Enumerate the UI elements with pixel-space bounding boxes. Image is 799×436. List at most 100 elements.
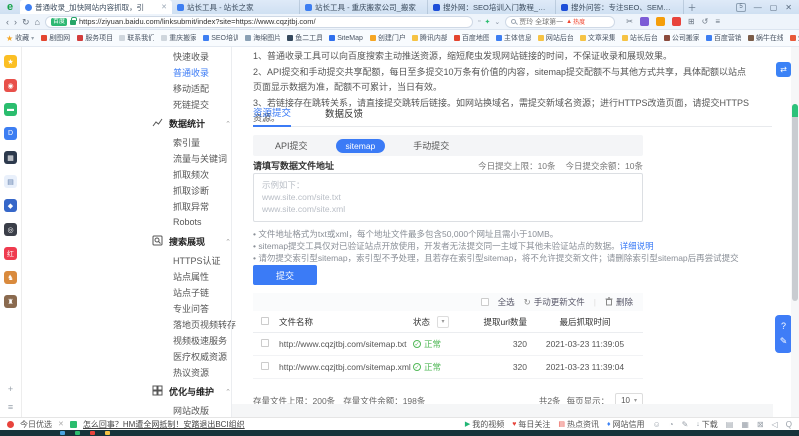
red-tool-icon[interactable] xyxy=(671,17,681,26)
taskbar-app-icon[interactable] xyxy=(90,431,95,435)
news-headline-link[interactable]: 怎么回事？HM遭全网抵制！安踏退出BCI组织 xyxy=(83,419,245,430)
dock-app[interactable]: D xyxy=(4,127,17,140)
tab[interactable]: 站长工具 - 站长之家 xyxy=(172,0,300,14)
bookmark-item[interactable]: 文章采集 xyxy=(579,33,615,43)
sidebar-item-robots[interactable]: Robots xyxy=(152,214,231,230)
mute-icon[interactable]: ◁ xyxy=(772,420,778,429)
undo-icon[interactable]: ↺ xyxy=(702,17,709,26)
tab-close-icon[interactable]: ✕ xyxy=(161,3,167,11)
subtab-manual[interactable]: 手动提交 xyxy=(413,139,449,152)
sitemap-url-textarea[interactable] xyxy=(253,173,643,222)
status-filter-dropdown[interactable]: ▾ xyxy=(437,315,450,328)
dock-app[interactable]: ♜ xyxy=(4,295,17,308)
download-button[interactable]: ↓ 下载 xyxy=(696,419,718,430)
history-icon[interactable]: ◔ xyxy=(669,420,674,429)
sidebar-item-pro-qa[interactable]: 专业问答 xyxy=(152,300,231,316)
tab-resource-submit[interactable]: 资源提交 xyxy=(253,104,292,127)
bookmark-item[interactable]: 鱼二工具 xyxy=(287,33,322,43)
bookmark-item[interactable]: 创建门户 xyxy=(369,33,405,43)
bookmark-item[interactable]: 公司搬家 xyxy=(663,33,699,43)
minimize-button[interactable]: — xyxy=(754,3,762,12)
help-icon[interactable]: ? xyxy=(781,321,786,331)
subtab-sitemap[interactable]: sitemap xyxy=(335,138,386,153)
screenshot-scissors-icon[interactable]: ✂ xyxy=(626,17,633,26)
detail-link[interactable]: 详细说明 xyxy=(620,241,654,251)
extension-purple-icon[interactable] xyxy=(639,17,649,26)
bookmark-item[interactable]: 海绵图片 xyxy=(245,33,280,43)
bookmark-favorites[interactable]: ★ 收藏 ▾ xyxy=(6,33,34,43)
hot-news-link[interactable]: ▤ 热点资讯 xyxy=(558,419,599,430)
taskbar-app-icon[interactable] xyxy=(60,431,65,435)
bookmark-item[interactable]: 蜗牛在线 xyxy=(747,33,783,43)
daily-pick-label[interactable]: 今日优选 xyxy=(20,419,52,430)
spark-icon[interactable]: ✦ xyxy=(484,18,490,26)
sidebar-item-fast-include[interactable]: 快速收录 xyxy=(152,48,231,64)
shield-icon[interactable] xyxy=(655,17,665,26)
bookmark-item[interactable]: 站长后台 xyxy=(621,33,657,43)
screenshot-icon[interactable]: ⊠ xyxy=(757,420,764,429)
dock-app[interactable]: ◉ xyxy=(4,79,17,92)
sidebar-item-crawl-frequency[interactable]: 抓取频次 xyxy=(152,166,231,182)
dock-app[interactable]: ▬ xyxy=(4,103,17,116)
bookmark-item[interactable]: SiteMap xyxy=(329,35,363,42)
url-input[interactable]: 百度 https://ziyuan.baidu.com/linksubmit/i… xyxy=(44,15,473,28)
bookmark-item[interactable]: SEO培训 xyxy=(203,33,238,43)
my-videos-link[interactable]: ▶ 我的视频 xyxy=(465,419,504,430)
bookmark-item[interactable]: 腾讯内部 xyxy=(411,33,447,43)
sidebar-section-data-stats[interactable]: 数据统计 ⌃ xyxy=(152,115,231,132)
bookmark-item[interactable]: 外链吧 xyxy=(789,33,799,43)
extension-icon[interactable]: ▫ xyxy=(478,18,480,25)
dock-add-button[interactable]: + xyxy=(8,384,13,394)
sidebar-item-crawl-errors[interactable]: 抓取异常 xyxy=(152,198,231,214)
row-checkbox[interactable] xyxy=(261,362,269,370)
new-tab-button[interactable]: ＋ xyxy=(684,0,700,14)
bookmark-item[interactable]: 服务项目 xyxy=(77,33,112,43)
feedback-icon[interactable]: ✎ xyxy=(780,336,788,347)
maximize-button[interactable]: ▢ xyxy=(770,3,778,12)
sidebar-item-video-speed[interactable]: 视频极速服务 xyxy=(152,332,231,348)
tab-data-feedback[interactable]: 数据反馈 xyxy=(325,104,363,126)
tab[interactable]: 站长工具 - 重庆搬家公司_搬家 xyxy=(300,0,428,14)
share-float-button[interactable]: ⇄ xyxy=(776,62,791,77)
apps-grid-icon[interactable]: ⊞ xyxy=(688,17,695,26)
emoji-icon[interactable]: ☺ xyxy=(653,420,661,429)
sidebar-section-search-display[interactable]: 搜索展现 ⌃ xyxy=(152,233,231,250)
bookmark-item[interactable]: 联系我们 xyxy=(119,33,154,43)
bookmark-item[interactable]: 主体信息 xyxy=(495,33,531,43)
bookmark-item[interactable]: 百度地图 xyxy=(453,33,489,43)
close-window-button[interactable]: ✕ xyxy=(785,3,792,12)
delete-button[interactable]: 删除 xyxy=(605,296,633,308)
sidebar-item-https[interactable]: HTTPS认证 xyxy=(152,252,231,268)
dock-app[interactable]: ◆ xyxy=(4,199,17,212)
sidebar-item-landing-video[interactable]: 落地页视频转存 xyxy=(152,316,236,332)
sidebar-item-site-sublink[interactable]: 站点子链 xyxy=(152,284,231,300)
sidebar-item-dead-link[interactable]: 死链提交 xyxy=(152,96,231,112)
daily-follow-link[interactable]: ♥ 每日关注 xyxy=(512,419,550,430)
browser-logo[interactable]: e xyxy=(0,0,20,14)
session-count[interactable]: 5 xyxy=(736,2,746,12)
bookmark-item[interactable]: 百度营销 xyxy=(705,33,741,43)
back-button[interactable]: ‹ xyxy=(6,15,9,29)
dock-app[interactable]: ♞ xyxy=(4,271,17,284)
bookmark-item[interactable]: 网站后台 xyxy=(537,33,573,43)
sidebar-item-medical-resource[interactable]: 医疗权威资源 xyxy=(152,348,231,364)
search-input[interactable]: 贾玲 全球第一 ▲ 热度 xyxy=(505,15,616,28)
dropdown-icon[interactable]: ⌄ xyxy=(494,18,500,26)
bookmark-item[interactable]: 剧图网 xyxy=(41,33,70,43)
menu-icon[interactable]: ≡ xyxy=(715,17,720,26)
refresh-button[interactable]: ↻ xyxy=(22,15,30,29)
dock-app-favorites[interactable]: ★ xyxy=(4,55,17,68)
scrollbar-thumb[interactable] xyxy=(792,104,798,301)
tab-active[interactable]: 普通收录_加快网站内容抓取，引 ✕ xyxy=(20,0,172,14)
taskbar-app-icon[interactable] xyxy=(75,431,80,435)
close-icon[interactable]: ✕ xyxy=(58,420,64,428)
sidebar-section-optimize[interactable]: 优化与维护 ⌃ xyxy=(152,383,231,400)
edit-icon[interactable]: ✎ xyxy=(682,420,689,429)
manual-refresh-button[interactable]: ↻ 手动更新文件 xyxy=(524,296,585,308)
taskbar-app-icon[interactable] xyxy=(105,431,110,435)
dock-app[interactable]: ▦ xyxy=(4,151,17,164)
tab[interactable]: 搜外问答：专注SEO、SEM… xyxy=(556,0,684,14)
bookmark-item[interactable]: 重庆搬家 xyxy=(161,33,196,43)
tab[interactable]: 搜外网：SEO培训入门教程_… xyxy=(428,0,556,14)
select-all-checkbox[interactable] xyxy=(480,298,489,306)
